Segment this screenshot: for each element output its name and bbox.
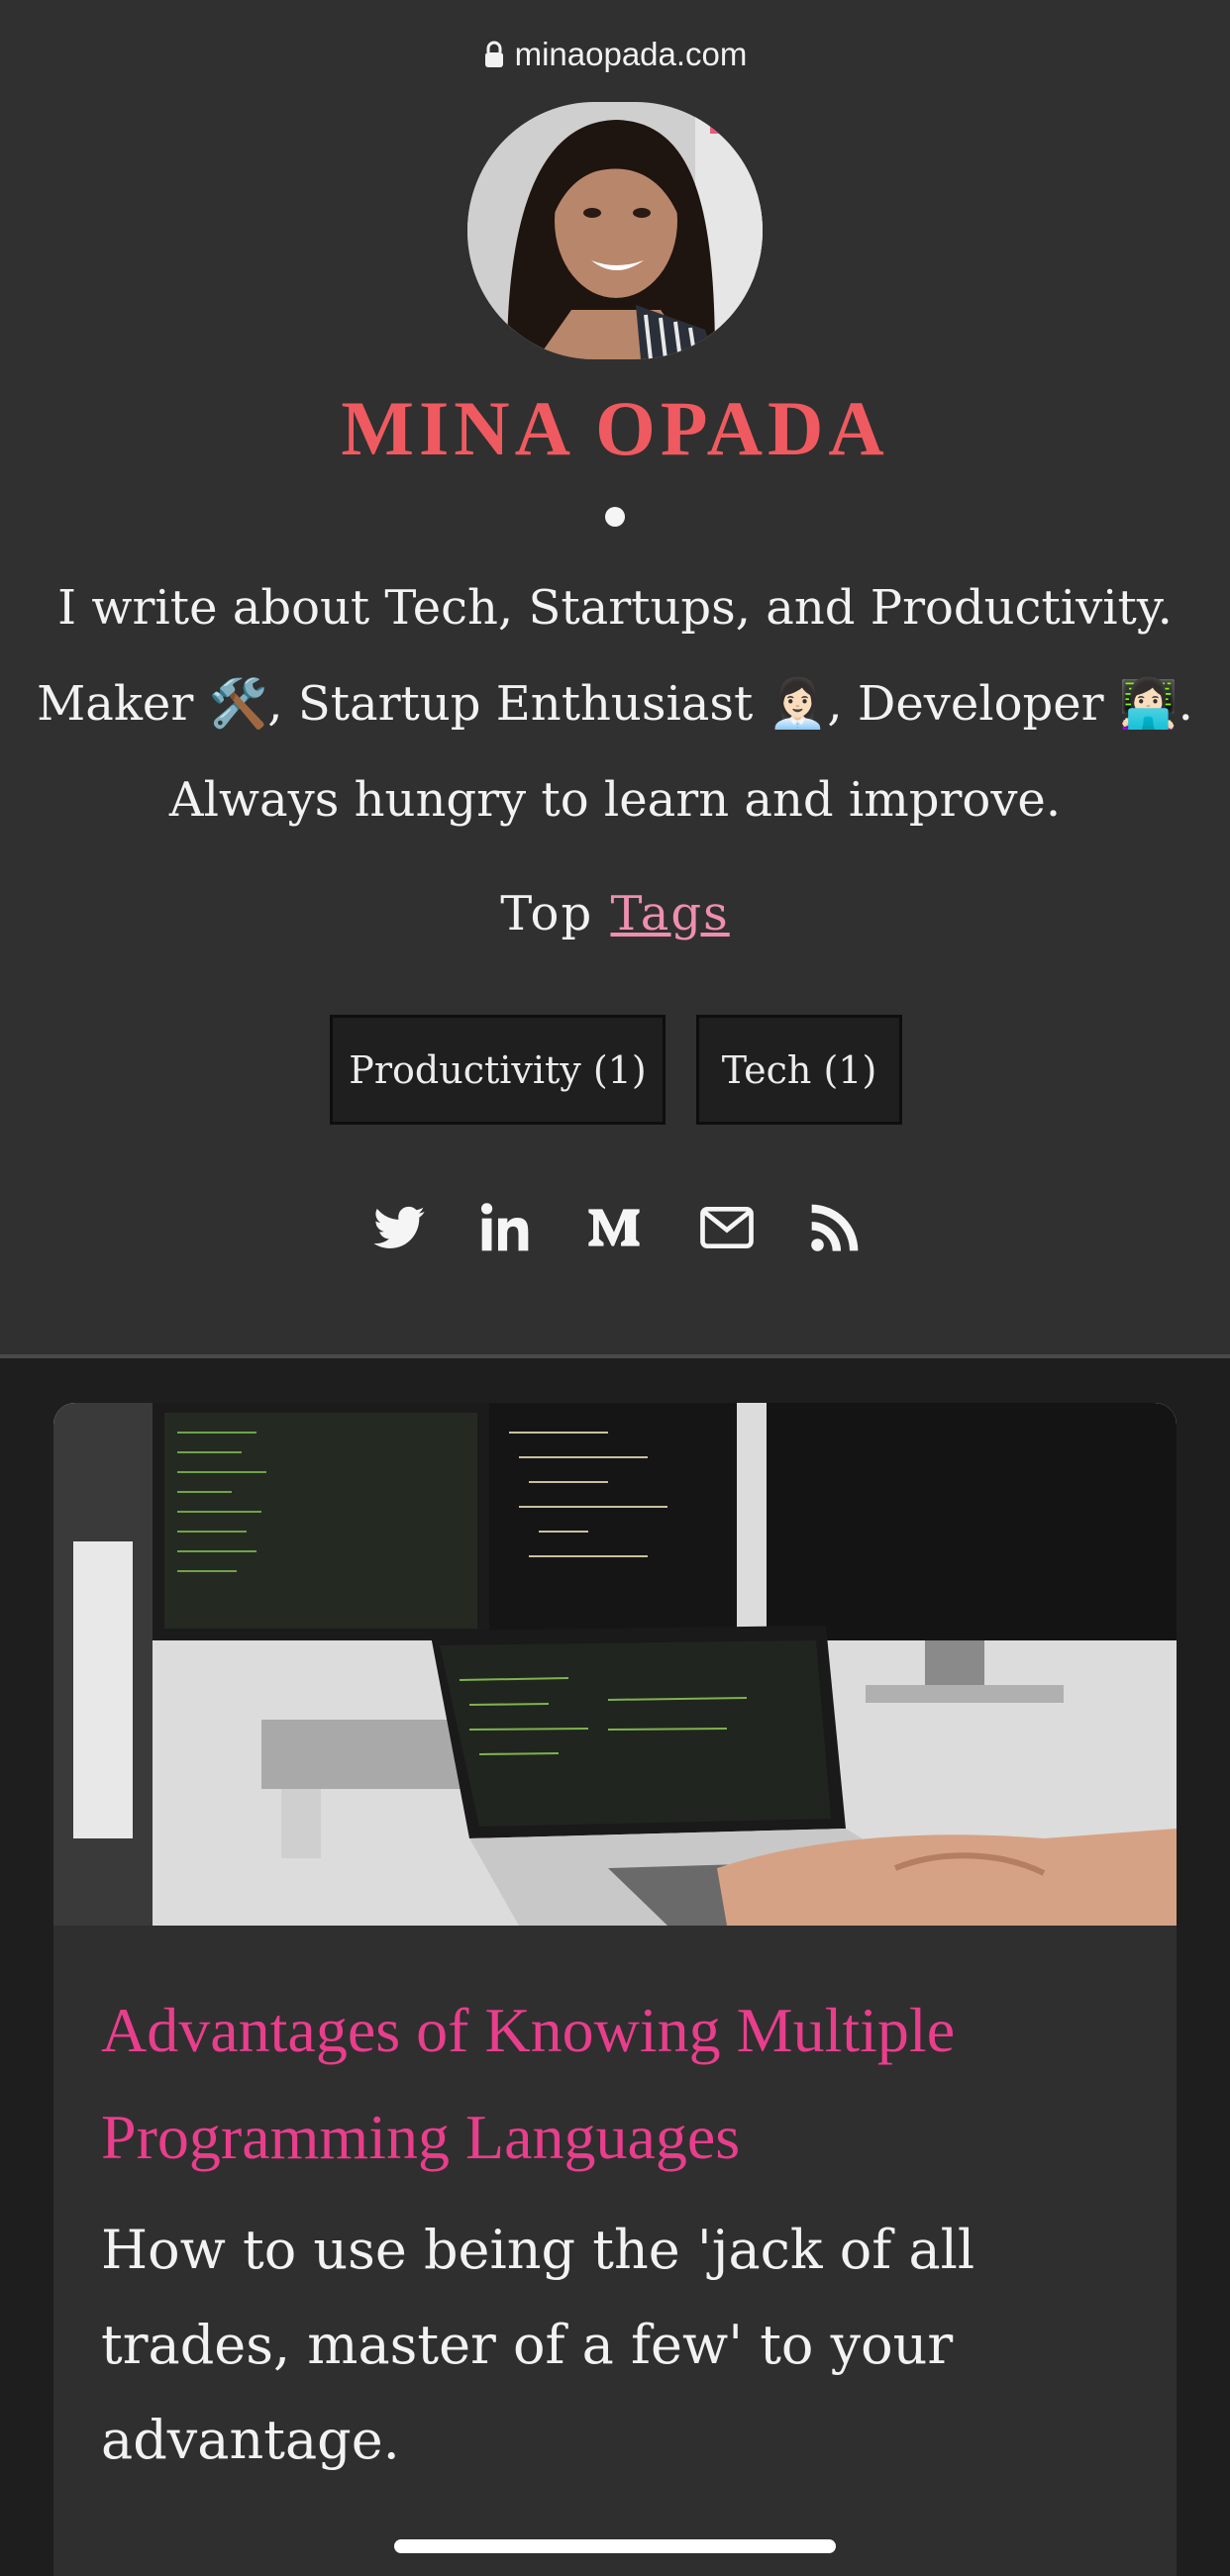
medium-icon[interactable]	[586, 1200, 642, 1255]
post-cover-image[interactable]	[53, 1403, 1177, 1926]
section-divider	[0, 1354, 1230, 1358]
top-tags-heading: Top Tags	[0, 886, 1230, 941]
linkedin-icon[interactable]	[477, 1200, 533, 1255]
post-excerpt-line: trades, master of a few' to your	[101, 2314, 954, 2376]
profile-header: minaopada.com MINA OPADA I write about T	[0, 0, 1230, 1356]
tags-link[interactable]: Tags	[610, 886, 729, 941]
email-icon[interactable]	[699, 1200, 755, 1255]
post-title-line: Programming Languages	[101, 2102, 741, 2172]
address-bar[interactable]: minaopada.com	[0, 36, 1230, 76]
page: minaopada.com MINA OPADA I write about T	[0, 0, 1230, 2576]
bio-line: I write about Tech, Startups, and Produc…	[57, 580, 1173, 636]
twitter-icon[interactable]	[371, 1200, 427, 1255]
bio-line: Always hungry to learn and improve.	[168, 772, 1062, 828]
post-excerpt-line: advantage.	[101, 2409, 400, 2471]
post-excerpt-line: How to use being the 'jack of all	[101, 2219, 975, 2281]
bio-line: Maker 🛠️, Startup Enthusiast 👩🏻‍💼, Devel…	[37, 676, 1193, 732]
post-card[interactable]: Advantages of Knowing Multiple Programmi…	[53, 1403, 1177, 2576]
separator-dot	[605, 507, 625, 527]
post-excerpt: How to use being the 'jack of all trades…	[101, 2203, 1091, 2488]
post-title[interactable]: Advantages of Knowing Multiple Programmi…	[101, 1977, 1151, 2191]
tag-tech-button[interactable]: Tech (1)	[696, 1015, 902, 1125]
url-text: minaopada.com	[514, 36, 748, 72]
home-indicator[interactable]	[394, 2539, 836, 2553]
post-title-line: Advantages of Knowing Multiple	[101, 1995, 956, 2065]
top-tags-prefix: Top	[500, 886, 594, 941]
author-name: MINA OPADA	[341, 385, 889, 471]
rss-icon[interactable]	[807, 1200, 863, 1255]
avatar	[467, 102, 763, 359]
lock-icon	[483, 39, 505, 76]
bio: I write about Tech, Startups, and Produc…	[0, 560, 1230, 848]
tag-productivity-button[interactable]: Productivity (1)	[330, 1015, 666, 1125]
